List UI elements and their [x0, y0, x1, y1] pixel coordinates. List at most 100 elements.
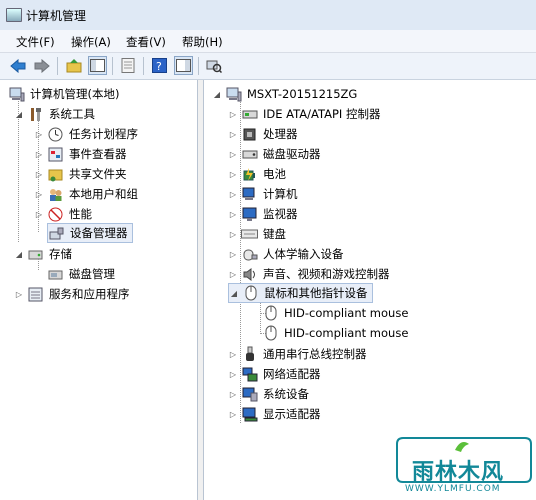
expand-arrow-icon[interactable]: ▷: [34, 170, 44, 179]
expand-arrow-icon[interactable]: ▷: [228, 110, 238, 119]
forward-arrow-icon[interactable]: [32, 56, 51, 75]
expand-arrow-icon[interactable]: ▷: [228, 130, 238, 139]
up-folder-icon[interactable]: [64, 56, 83, 75]
menu-file[interactable]: 文件(F): [16, 34, 55, 50]
toolbar-separator: [112, 57, 113, 75]
expand-arrow-icon[interactable]: ▷: [228, 250, 238, 259]
toolbar: ?: [0, 53, 536, 80]
expand-arrow-icon[interactable]: ▷: [228, 350, 238, 359]
tree-task-scheduler[interactable]: ▷ 任务计划程序: [34, 124, 138, 144]
category-disk-drive[interactable]: ▷ 磁盘驱动器: [228, 144, 321, 164]
mouse-icon: [262, 325, 279, 341]
device-hid-mouse-2[interactable]: HID-compliant mouse: [262, 323, 408, 343]
expand-arrow-icon[interactable]: ▷: [228, 410, 238, 419]
storage-icon: [27, 246, 44, 262]
menu-view[interactable]: 查看(V): [126, 34, 166, 50]
menu-action[interactable]: 操作(A): [71, 34, 111, 50]
category-hid[interactable]: ▷ 人体学输入设备: [228, 244, 344, 264]
device-tree-root[interactable]: ◢ MSXT-20151215ZG: [212, 84, 357, 104]
expand-arrow-icon[interactable]: ▷: [34, 130, 44, 139]
collapse-arrow-icon[interactable]: ◢: [229, 289, 239, 298]
tree-storage[interactable]: ◢ 存储: [14, 244, 72, 264]
tree-label: 系统工具: [49, 107, 95, 121]
tree-services-applications[interactable]: ▷ 服务和应用程序: [14, 284, 130, 304]
scan-hardware-changes-icon[interactable]: [204, 56, 223, 75]
expand-arrow-icon[interactable]: ▷: [228, 370, 238, 379]
category-label: 电池: [263, 167, 286, 181]
category-label: 通用串行总线控制器: [263, 347, 367, 361]
category-processor[interactable]: ▷ 处理器: [228, 124, 298, 144]
category-label: 磁盘驱动器: [263, 147, 321, 161]
expand-arrow-icon[interactable]: ▷: [14, 290, 24, 299]
svg-text:?: ?: [156, 60, 162, 73]
performance-icon: [47, 206, 64, 222]
expand-arrow-icon[interactable]: ▷: [228, 270, 238, 279]
shared-folder-icon: [47, 166, 64, 182]
category-battery[interactable]: ▷ 电池: [228, 164, 286, 184]
tree-system-tools[interactable]: ◢ 系统工具: [14, 104, 95, 124]
tree-local-users-groups[interactable]: ▷ 本地用户和组: [34, 184, 138, 204]
category-ide-controller[interactable]: ▷ IDE ATA/ATAPI 控制器: [228, 104, 381, 124]
expand-arrow-icon[interactable]: ▷: [228, 170, 238, 179]
expand-arrow-icon[interactable]: ▷: [228, 230, 238, 239]
tree-disk-management[interactable]: 磁盘管理: [47, 264, 115, 284]
expand-arrow-icon[interactable]: ▷: [228, 390, 238, 399]
back-arrow-icon[interactable]: [8, 56, 27, 75]
properties-icon[interactable]: [118, 56, 137, 75]
expand-arrow-icon[interactable]: ▷: [34, 210, 44, 219]
hid-icon: [241, 246, 258, 262]
category-mouse[interactable]: ◢ 鼠标和其他指针设备: [228, 283, 373, 303]
sound-icon: [241, 266, 258, 282]
category-usb[interactable]: ▷ 通用串行总线控制器: [228, 344, 367, 364]
category-monitor[interactable]: ▷ 监视器: [228, 204, 298, 224]
disk-management-icon: [47, 266, 64, 282]
category-computer[interactable]: ▷ 计算机: [228, 184, 298, 204]
system-devices-icon: [241, 386, 258, 402]
mouse-icon: [242, 285, 259, 301]
menu-help[interactable]: 帮助(H): [182, 34, 223, 50]
tree-event-viewer[interactable]: ▷ 事件查看器: [34, 144, 127, 164]
category-label: 鼠标和其他指针设备: [264, 286, 368, 300]
category-label: 计算机: [263, 187, 298, 201]
toolbar-separator: [57, 57, 58, 75]
tree-performance[interactable]: ▷ 性能: [34, 204, 92, 224]
category-display-adapter[interactable]: ▷ 显示适配器: [228, 404, 321, 424]
collapse-arrow-icon[interactable]: ◢: [212, 90, 222, 99]
category-system-devices[interactable]: ▷ 系统设备: [228, 384, 309, 404]
computer-management-icon: [8, 86, 25, 102]
services-icon: [27, 286, 44, 302]
tree-computer-management-local[interactable]: 计算机管理(本地): [8, 84, 119, 104]
expand-arrow-icon[interactable]: ▷: [228, 190, 238, 199]
system-tools-icon: [27, 106, 44, 122]
category-label: IDE ATA/ATAPI 控制器: [263, 107, 381, 121]
tree-label: 服务和应用程序: [49, 287, 130, 301]
tree-label: 本地用户和组: [69, 187, 138, 201]
tree-label: 共享文件夹: [69, 167, 127, 181]
monitor-icon: [241, 206, 258, 222]
display-adapter-icon: [241, 406, 258, 422]
category-keyboard[interactable]: ▷ 键盘: [228, 224, 286, 244]
watermark-url: WWW.YLMFU.COM: [405, 484, 501, 494]
tree-label: 计算机管理(本地): [30, 87, 120, 101]
category-network[interactable]: ▷ 网络适配器: [228, 364, 321, 384]
computer-management-icon: [6, 8, 22, 22]
device-hid-mouse-1[interactable]: HID-compliant mouse: [262, 303, 408, 323]
expand-arrow-icon[interactable]: ▷: [228, 150, 238, 159]
tree-label: 事件查看器: [69, 147, 127, 161]
show-hide-console-tree-icon[interactable]: [88, 56, 107, 75]
expand-arrow-icon[interactable]: ▷: [228, 210, 238, 219]
device-manager-icon: [48, 225, 65, 241]
tree-shared-folders[interactable]: ▷ 共享文件夹: [34, 164, 127, 184]
mouse-icon: [262, 305, 279, 321]
category-sound[interactable]: ▷ 声音、视频和游戏控制器: [228, 264, 390, 284]
show-action-pane-icon[interactable]: [174, 56, 193, 75]
expand-arrow-icon[interactable]: ▷: [34, 190, 44, 199]
console-tree: 计算机管理(本地) ◢ 系统工具 ▷ 任务计划程序 ▷ 事件查看器 ▷ 共享文件…: [0, 80, 198, 500]
tree-label: 存储: [49, 247, 72, 261]
collapse-arrow-icon[interactable]: ◢: [14, 110, 24, 119]
help-icon[interactable]: ?: [150, 56, 169, 75]
expand-arrow-icon[interactable]: ▷: [34, 150, 44, 159]
tree-device-manager[interactable]: 设备管理器: [47, 223, 133, 243]
collapse-arrow-icon[interactable]: ◢: [14, 250, 24, 259]
tree-label: 性能: [69, 207, 92, 221]
